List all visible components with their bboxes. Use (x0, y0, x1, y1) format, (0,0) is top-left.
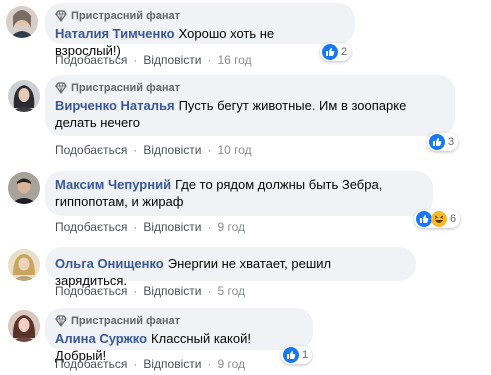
comment-author[interactable]: Вирченко Наталья (55, 98, 175, 113)
comment-bubble: Максим Чепурний Где то рядом должны быть … (45, 171, 433, 216)
like-button[interactable]: Подобається (55, 143, 127, 157)
comment-author[interactable]: Максим Чепурний (55, 177, 171, 192)
comment-actions: Подобається · Відповісти · 16 год (55, 52, 252, 68)
reply-button[interactable]: Відповісти (143, 143, 201, 157)
reaction-summary[interactable]: 2 (320, 43, 352, 61)
comment-bubble: Пристрасний фанат Алина Суржко Классный к… (45, 308, 313, 363)
diamond-badge-icon (55, 82, 67, 94)
reply-button[interactable]: Відповісти (143, 284, 201, 298)
separator: · (133, 143, 138, 157)
reaction-count: 2 (341, 46, 348, 58)
separator: · (207, 143, 212, 157)
comment-time[interactable]: 9 год (217, 220, 245, 234)
comment-time[interactable]: 9 год (217, 357, 245, 371)
reaction-summary[interactable]: 3 (427, 133, 459, 151)
reaction-count: 3 (448, 136, 455, 148)
reply-button[interactable]: Відповісти (143, 53, 201, 67)
comment-time[interactable]: 5 год (217, 284, 245, 298)
separator: · (207, 357, 212, 371)
comment-author[interactable]: Алина Суржко (55, 331, 147, 346)
like-icon (283, 347, 299, 363)
comment-bubble: Пристрасний фанат Вирченко Наталья Пусть … (45, 75, 455, 136)
comment-time[interactable]: 16 год (217, 53, 251, 67)
like-icon (416, 211, 432, 227)
comment-actions: Подобається · Відповісти · 9 год (55, 219, 245, 235)
avatar[interactable] (8, 80, 40, 112)
badge-label: Пристрасний фанат (71, 10, 180, 22)
badge-label: Пристрасний фанат (71, 315, 180, 327)
like-button[interactable]: Подобається (55, 357, 127, 371)
reaction-summary[interactable]: 6 (414, 210, 461, 228)
like-button[interactable]: Подобається (55, 220, 127, 234)
haha-icon (431, 211, 447, 227)
badge-label: Пристрасний фанат (71, 82, 180, 94)
diamond-badge-icon (55, 315, 67, 327)
comment-text: Максим Чепурний Где то рядом должны быть … (55, 176, 395, 210)
reaction-summary[interactable]: 1 (281, 346, 313, 364)
separator: · (133, 53, 138, 67)
separator: · (133, 220, 138, 234)
comment-actions: Подобається · Відповісти · 5 год (55, 283, 245, 299)
reply-button[interactable]: Відповісти (143, 220, 201, 234)
reaction-count: 6 (450, 213, 457, 225)
comment-time[interactable]: 10 год (217, 143, 251, 157)
separator: · (207, 53, 212, 67)
reaction-count: 1 (302, 349, 309, 361)
comment-actions: Подобається · Відповісти · 9 год (55, 356, 245, 372)
avatar[interactable] (8, 310, 40, 342)
comment-actions: Подобається · Відповісти · 10 год (55, 142, 252, 158)
reply-button[interactable]: Відповісти (143, 357, 201, 371)
comment-author[interactable]: Ольга Онищенко (55, 256, 164, 271)
like-button[interactable]: Подобається (55, 53, 127, 67)
fan-badge: Пристрасний фанат (55, 314, 301, 328)
avatar[interactable] (8, 172, 40, 204)
like-button[interactable]: Подобається (55, 284, 127, 298)
separator: · (133, 284, 138, 298)
separator: · (207, 220, 212, 234)
comment-bubble: Пристрасний фанат Наталия Тимченко Хорошо… (45, 3, 355, 58)
like-icon (429, 134, 445, 150)
avatar[interactable] (8, 249, 40, 281)
fan-badge: Пристрасний фанат (55, 9, 343, 23)
diamond-badge-icon (55, 10, 67, 22)
like-icon (322, 44, 338, 60)
avatar[interactable] (6, 6, 38, 38)
comment-bubble: Ольга Онищенко Энергии не хватает, решил … (45, 247, 416, 288)
comment-text: Вирченко Наталья Пусть бегут животные. Им… (55, 97, 410, 131)
comment-author[interactable]: Наталия Тимченко (55, 26, 175, 41)
separator: · (133, 357, 138, 371)
fan-badge: Пристрасний фанат (55, 81, 443, 95)
separator: · (207, 284, 212, 298)
